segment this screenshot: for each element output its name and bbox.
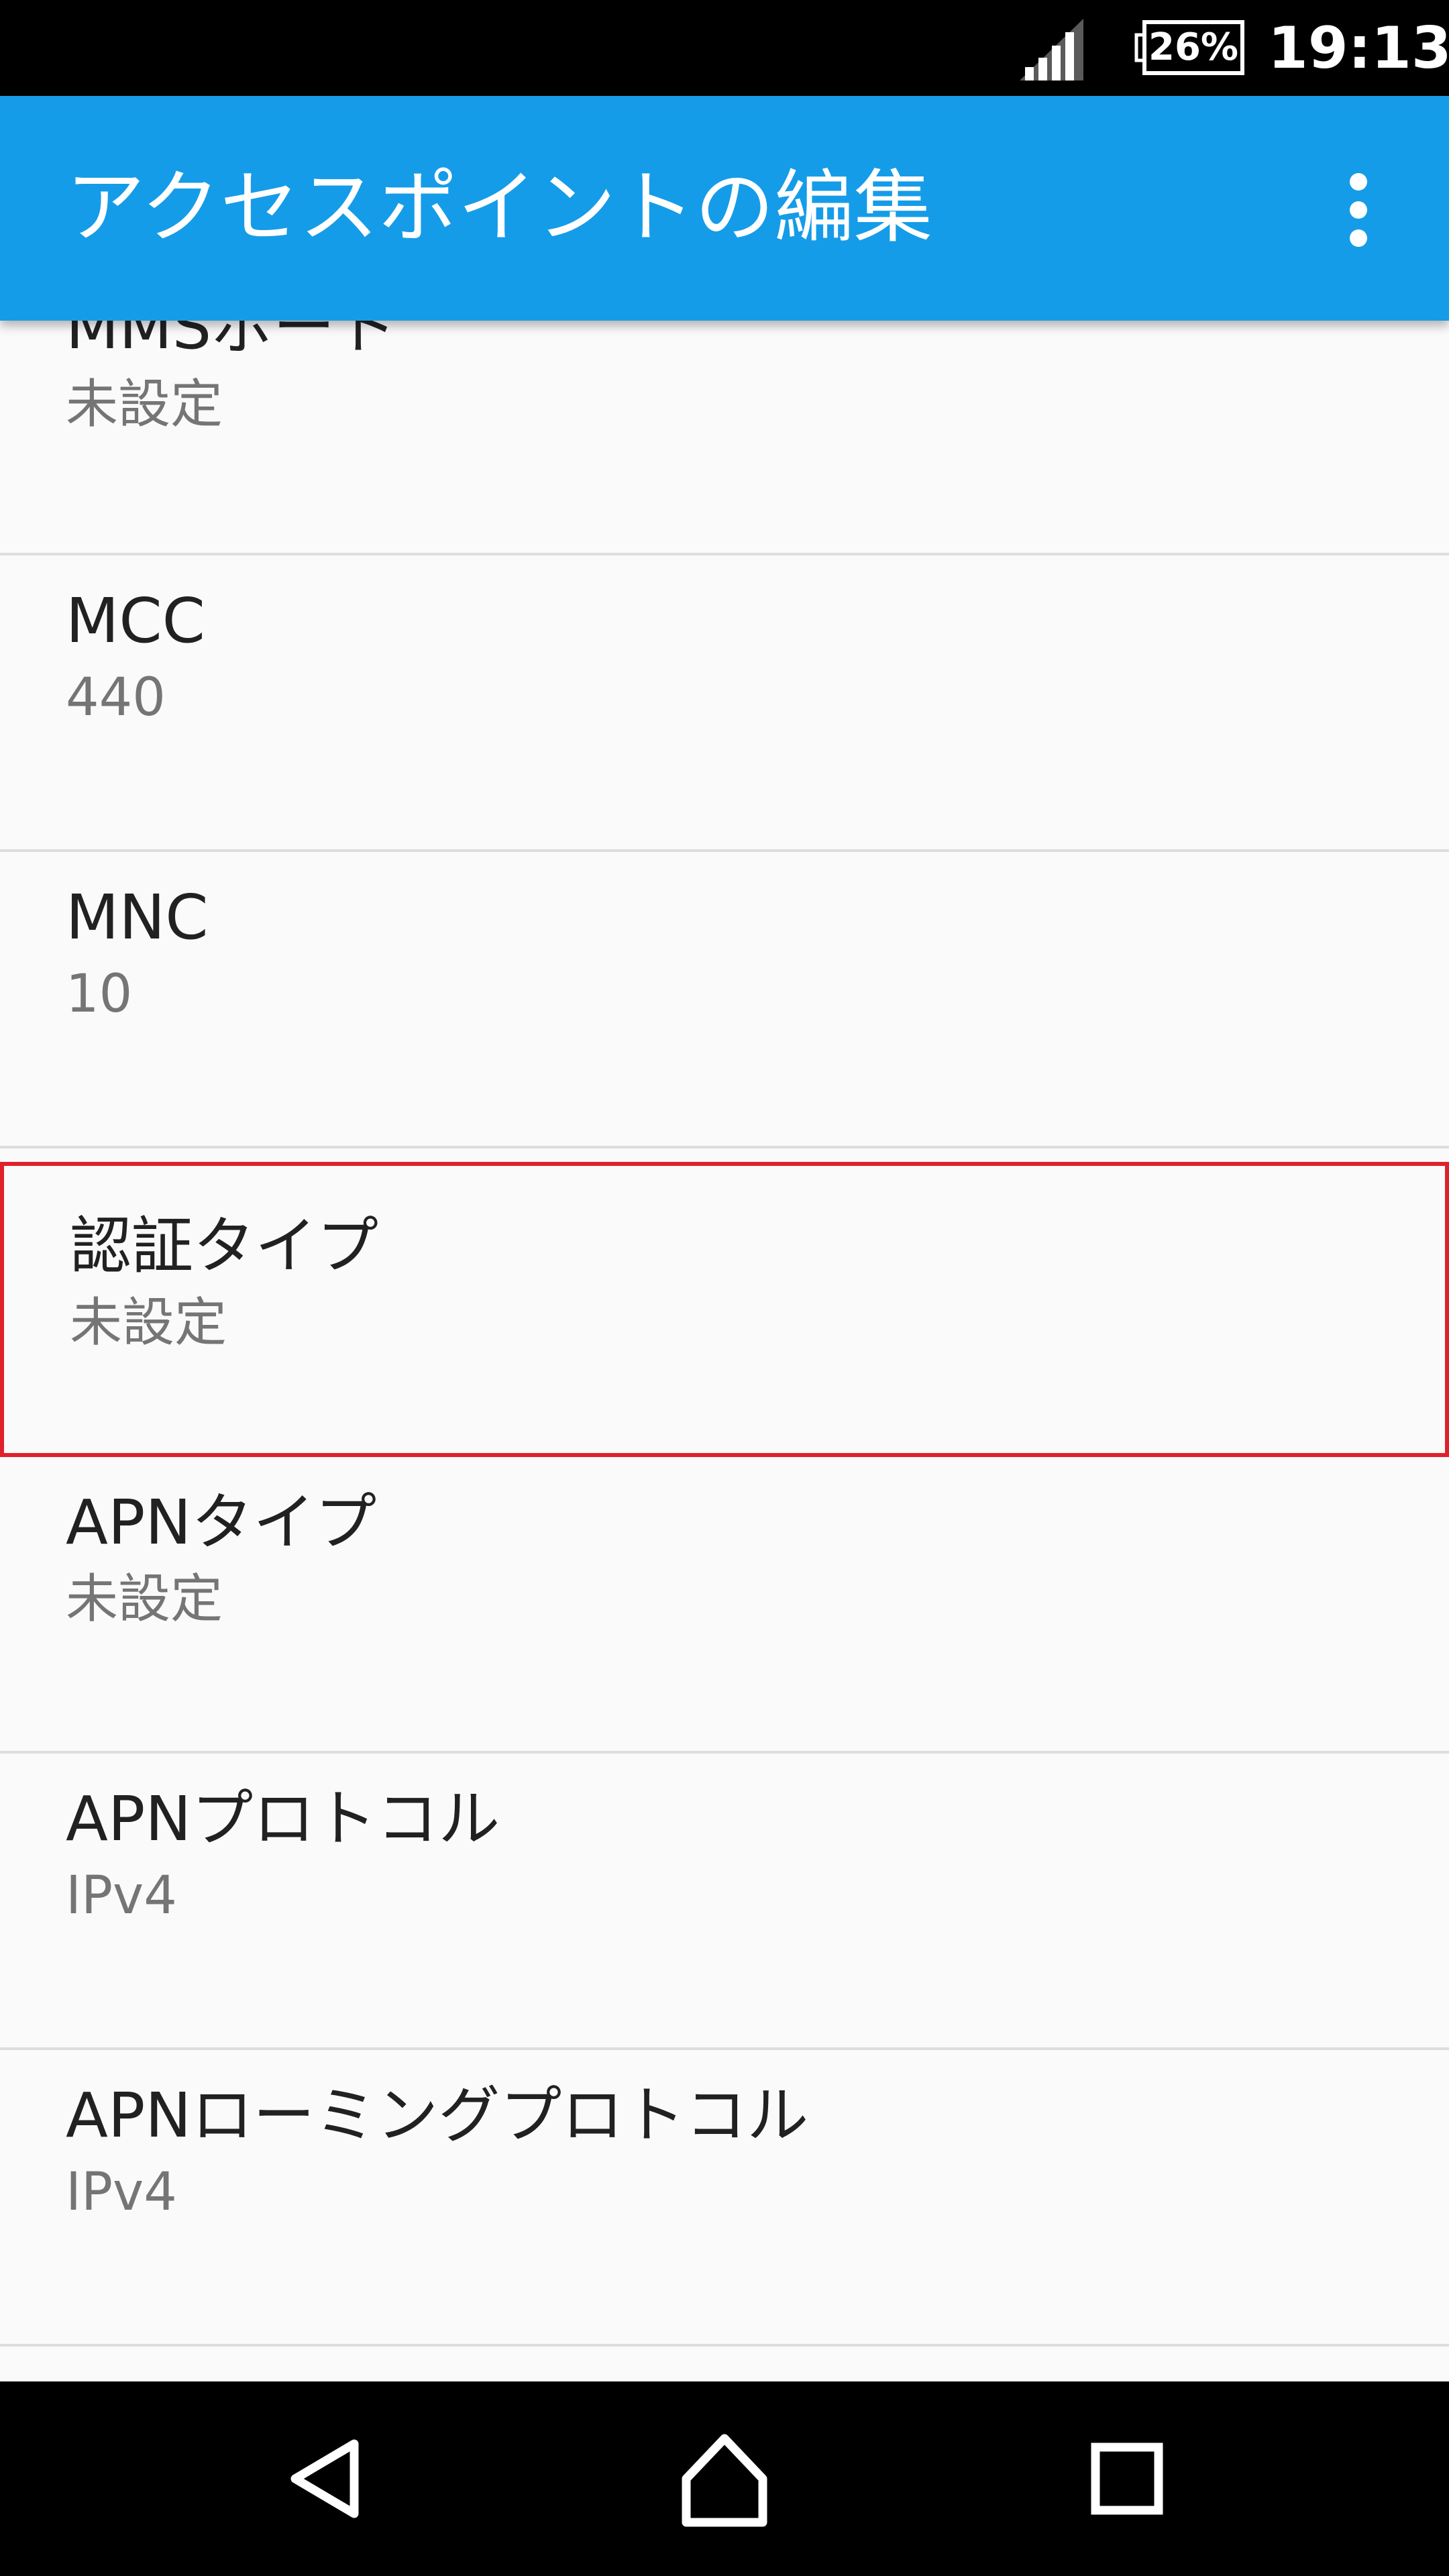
signal-icon <box>1020 19 1083 80</box>
setting-item-next[interactable] <box>0 2348 1449 2381</box>
page-title: アクセスポイントの編集 <box>66 161 933 254</box>
battery-level: 26% <box>1148 25 1239 69</box>
setting-value: 未設定 <box>66 1569 223 1629</box>
setting-item-apn-roaming-protocol[interactable]: APNローミングプロトコル IPv4 <box>0 2051 1449 2347</box>
recents-icon[interactable] <box>1070 2422 1184 2536</box>
setting-item-mms-port[interactable]: MMSポート 未設定 <box>0 321 1449 555</box>
setting-value: IPv4 <box>66 2162 177 2222</box>
setting-item-apn-type[interactable]: APNタイプ 未設定 <box>0 1458 1449 1754</box>
settings-list: MMSポート 未設定 MCC 440 MNC 10 認証タイプ 未設定 APNタ… <box>0 321 1449 2381</box>
status-clock: 19:13 <box>1268 15 1449 82</box>
setting-label: MMSポート <box>66 321 397 363</box>
setting-value: 未設定 <box>66 374 223 435</box>
setting-label: MCC <box>66 585 205 657</box>
back-icon[interactable] <box>268 2422 382 2536</box>
setting-item-apn-protocol[interactable]: APNプロトコル IPv4 <box>0 1755 1449 2050</box>
status-bar: 26% 19:13 <box>0 0 1449 96</box>
setting-value: 10 <box>66 964 133 1024</box>
navigation-bar <box>0 2381 1449 2576</box>
setting-label: APNローミングプロトコル <box>66 2080 809 2151</box>
setting-item-auth-type[interactable]: 認証タイプ 未設定 <box>0 1162 1449 1457</box>
setting-label: MNC <box>66 881 209 953</box>
setting-value: 440 <box>66 667 166 728</box>
setting-item-mcc[interactable]: MCC 440 <box>0 557 1449 852</box>
setting-label: APNプロトコル <box>66 1783 500 1855</box>
home-icon[interactable] <box>667 2422 782 2536</box>
setting-value: IPv4 <box>66 1866 177 1926</box>
more-vert-icon[interactable] <box>1335 170 1382 250</box>
setting-label: 認証タイプ <box>70 1210 379 1282</box>
setting-label: APNタイプ <box>66 1487 377 1558</box>
app-bar: アクセスポイントの編集 <box>0 96 1449 321</box>
setting-item-mnc[interactable]: MNC 10 <box>0 853 1449 1148</box>
setting-value: 未設定 <box>70 1293 227 1353</box>
